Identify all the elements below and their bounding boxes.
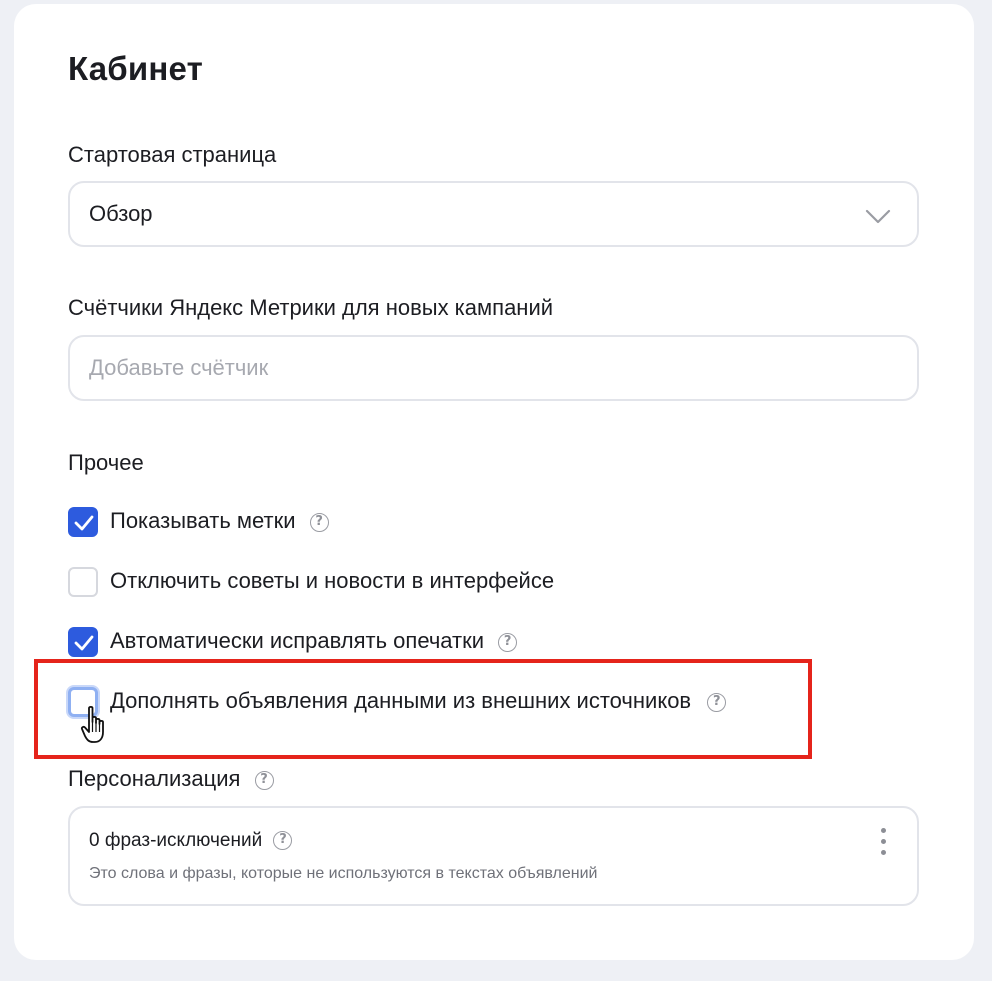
- metrika-counter-input[interactable]: Добавьте счётчик: [68, 335, 919, 401]
- option-label: Отключить советы и новости в интерфейсе: [110, 568, 555, 593]
- option-label: Показывать метки: [110, 508, 296, 533]
- checkbox-autocorrect[interactable]: [68, 627, 98, 657]
- negative-phrases-title: 0 фраз-исключений: [89, 830, 263, 851]
- negative-phrases-subtitle: Это слова и фразы, которые не используют…: [89, 865, 598, 882]
- start-page-select[interactable]: Обзор: [68, 181, 919, 247]
- chevron-down-icon: [865, 209, 891, 224]
- help-icon[interactable]: ?: [309, 512, 329, 532]
- highlight-frame: [34, 659, 812, 759]
- hand-cursor-icon: [80, 705, 104, 743]
- personalization-label: Персонализация: [68, 766, 241, 791]
- start-page-label: Стартовая страница: [68, 142, 277, 167]
- metrika-placeholder: Добавьте счётчик: [89, 355, 269, 380]
- metrika-label: Счётчики Яндекс Метрики для новых кампан…: [68, 295, 554, 320]
- option-label: Автоматически исправлять опечатки: [110, 628, 485, 653]
- help-icon[interactable]: ?: [273, 831, 293, 851]
- more-options-icon[interactable]: [879, 828, 887, 862]
- checkbox-disable-tips[interactable]: [68, 567, 98, 597]
- checkmark-icon: [74, 515, 94, 531]
- other-section-label: Прочее: [68, 450, 144, 475]
- personalization-label-row: Персонализация ?: [68, 766, 274, 792]
- checkmark-icon: [74, 635, 94, 651]
- negative-phrases-box[interactable]: 0 фраз-исключений ? Это слова и фразы, к…: [68, 806, 919, 906]
- help-icon[interactable]: ?: [498, 632, 518, 652]
- start-page-value: Обзор: [89, 201, 153, 226]
- help-icon[interactable]: ?: [254, 770, 274, 790]
- checkbox-show-labels[interactable]: [68, 507, 98, 537]
- page-title: Кабинет: [68, 50, 203, 87]
